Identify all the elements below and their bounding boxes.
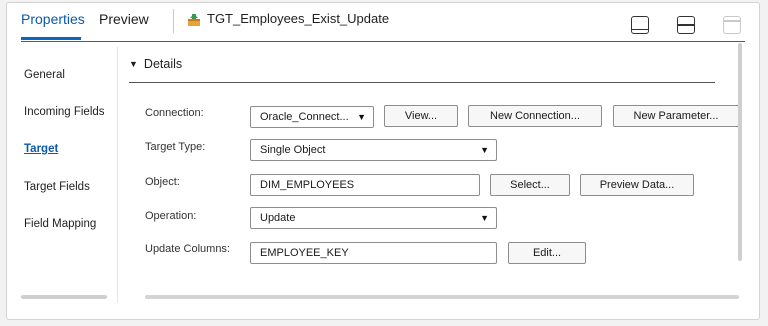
target-object-icon <box>188 14 200 26</box>
sidebar-scrollbar[interactable] <box>21 295 107 299</box>
new-parameter-button[interactable]: New Parameter... <box>613 105 739 127</box>
object-field[interactable]: DIM_EMPLOYEES <box>250 174 480 196</box>
target-type-label: Target Type: <box>145 141 206 153</box>
details-divider <box>129 82 715 83</box>
operation-label: Operation: <box>145 210 197 222</box>
dropdown-arrow-icon: ▼ <box>357 112 366 122</box>
edit-update-columns-button[interactable]: Edit... <box>508 242 586 264</box>
update-columns-field[interactable]: EMPLOYEE_KEY <box>250 242 497 264</box>
new-connection-button[interactable]: New Connection... <box>468 105 602 127</box>
vertical-scrollbar[interactable] <box>738 43 742 261</box>
operation-value: Update <box>260 212 296 224</box>
horizontal-scrollbar[interactable] <box>145 295 739 299</box>
active-tab-indicator <box>21 37 81 40</box>
properties-panel: Properties Preview TGT_Employees_Exist_U… <box>6 2 760 320</box>
operation-select[interactable]: Update ▼ <box>250 207 497 229</box>
dropdown-arrow-icon: ▼ <box>480 213 489 223</box>
details-header-label: Details <box>143 57 183 71</box>
caret-down-icon: ▼ <box>129 59 138 69</box>
tab-properties[interactable]: Properties <box>21 11 85 27</box>
top-panel-icon[interactable] <box>723 16 741 34</box>
update-columns-label: Update Columns: <box>145 243 230 255</box>
sidebar-item-general[interactable]: General <box>24 69 65 81</box>
bottom-panel-icon[interactable] <box>631 16 649 34</box>
connection-value: Oracle_Connect... <box>260 111 349 123</box>
target-type-value: Single Object <box>260 144 326 156</box>
view-connection-button[interactable]: View... <box>384 105 458 127</box>
select-object-button[interactable]: Select... <box>490 174 570 196</box>
sidebar-item-field-mapping[interactable]: Field Mapping <box>24 218 96 230</box>
object-title: TGT_Employees_Exist_Update <box>207 11 390 26</box>
tab-preview[interactable]: Preview <box>99 11 149 27</box>
connection-select[interactable]: Oracle_Connect... ▼ <box>250 106 374 128</box>
target-type-select[interactable]: Single Object ▼ <box>250 139 497 161</box>
object-label: Object: <box>145 176 180 188</box>
dropdown-arrow-icon: ▼ <box>480 145 489 155</box>
connection-label: Connection: <box>145 107 204 119</box>
details-section-toggle[interactable]: ▼ Details <box>129 57 182 71</box>
preview-data-button[interactable]: Preview Data... <box>580 174 694 196</box>
sidebar-item-incoming-fields[interactable]: Incoming Fields <box>24 106 105 118</box>
sidebar-divider <box>117 47 118 303</box>
sidebar-item-target-fields[interactable]: Target Fields <box>24 181 90 193</box>
header-divider <box>21 41 745 42</box>
header-separator <box>173 9 174 33</box>
sidebar-item-target[interactable]: Target <box>24 143 58 155</box>
split-panel-icon[interactable] <box>677 16 695 34</box>
